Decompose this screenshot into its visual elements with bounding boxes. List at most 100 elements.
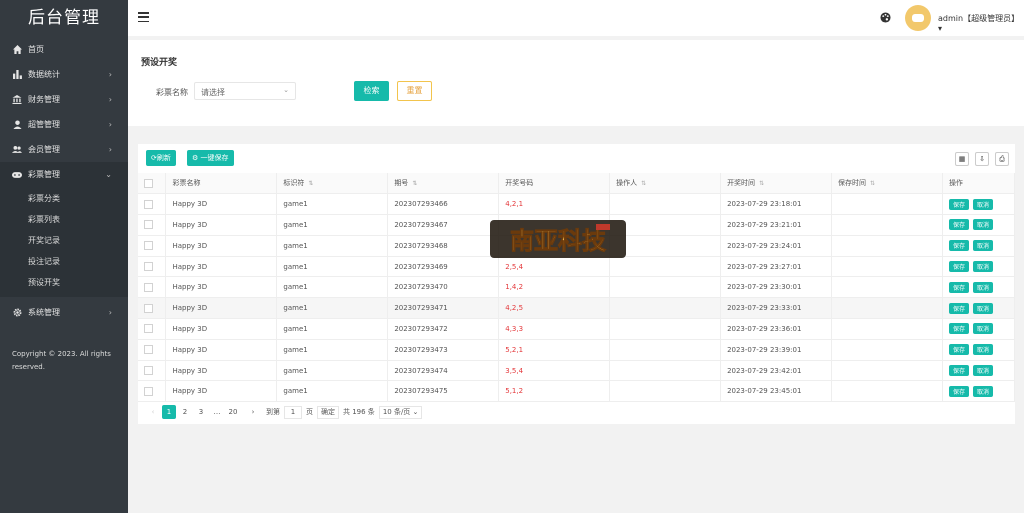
gear-icon <box>12 308 22 318</box>
sidebar-subitem-category[interactable]: 彩票分类 <box>0 188 128 209</box>
cell-draw-number[interactable]: 5,2,1 <box>498 339 611 361</box>
sort-icon: ⇅ <box>308 180 314 188</box>
avatar[interactable] <box>905 5 931 31</box>
cancel-row-button[interactable]: 取消 <box>972 240 993 252</box>
cell-actions: 保存 取消 <box>942 276 1016 299</box>
col-draw-number: 开奖号码 <box>498 173 611 195</box>
col-save-time[interactable]: 保存时间 ⇅ <box>831 173 943 195</box>
cell-draw-time: 2023-07-29 23:27:01 <box>720 256 833 278</box>
cancel-row-button[interactable]: 取消 <box>972 344 993 356</box>
select-all-checkbox[interactable] <box>138 173 167 195</box>
cancel-row-button[interactable]: 取消 <box>972 261 993 273</box>
cell-operator <box>609 360 722 382</box>
palette-icon[interactable] <box>880 12 891 25</box>
cancel-row-button[interactable]: 取消 <box>972 198 993 210</box>
next-page-button[interactable]: › <box>246 405 260 419</box>
reset-button[interactable]: 重置 <box>397 81 432 101</box>
cell-draw-number[interactable]: 4,2,5 <box>498 297 611 320</box>
menu-toggle-icon[interactable] <box>138 12 149 23</box>
cancel-row-button[interactable]: 取消 <box>972 365 993 377</box>
sidebar-item-lottery[interactable]: 彩票管理 ⌄ <box>0 162 128 187</box>
cell-identifier: game1 <box>276 276 389 299</box>
sidebar-item-stats[interactable]: 数据统计 › <box>0 62 128 87</box>
cell-save-time <box>831 297 943 320</box>
save-row-button[interactable]: 保存 <box>948 323 969 335</box>
sidebar-item-label: 首页 <box>28 45 44 54</box>
sidebar-item-system[interactable]: 系统管理 › <box>0 300 128 325</box>
sidebar-subitem-list[interactable]: 彩票列表 <box>0 209 128 230</box>
sidebar-subitem-bet-records[interactable]: 投注记录 <box>0 251 128 272</box>
col-identifier[interactable]: 标识符 ⇅ <box>276 173 389 195</box>
export-icon[interactable]: ⇩ <box>975 152 989 166</box>
chevron-down-icon: ⌄ <box>105 170 112 179</box>
last-page-button[interactable]: 20 <box>226 405 240 419</box>
cancel-row-button[interactable]: 取消 <box>972 323 993 335</box>
save-row-button[interactable]: 保存 <box>948 281 969 293</box>
col-operator[interactable]: 操作人 ⇅ <box>609 173 722 195</box>
save-row-button[interactable]: 保存 <box>948 302 969 314</box>
page-size-select[interactable]: 10 条/页 ⌄ <box>378 405 423 419</box>
save-row-button[interactable]: 保存 <box>948 198 969 210</box>
save-all-button[interactable]: ⚙ 一键保存 <box>187 150 234 166</box>
sidebar-item-finance[interactable]: 财务管理 › <box>0 87 128 112</box>
page-2-button[interactable]: 2 <box>178 405 192 419</box>
cell-draw-number[interactable]: 3,5,4 <box>498 360 611 382</box>
row-checkbox[interactable] <box>138 339 167 361</box>
col-draw-time[interactable]: 开奖时间 ⇅ <box>720 173 833 195</box>
save-row-button[interactable]: 保存 <box>948 219 969 231</box>
cell-issue: 202307293473 <box>387 339 500 361</box>
goto-confirm-button[interactable]: 确定 <box>317 405 339 419</box>
cell-save-time <box>831 339 943 361</box>
sidebar-item-home[interactable]: 首页 <box>0 37 128 62</box>
row-checkbox[interactable] <box>138 235 167 257</box>
columns-filter-icon[interactable]: ▦ <box>955 152 969 166</box>
page-1-button[interactable]: 1 <box>162 405 176 419</box>
page-3-button[interactable]: 3 <box>194 405 208 419</box>
sidebar-item-label: 系统管理 <box>28 308 60 317</box>
print-icon[interactable]: ⎙ <box>995 152 1009 166</box>
lottery-name-select[interactable]: 请选择 ⌄ <box>194 82 296 100</box>
save-row-button[interactable]: 保存 <box>948 385 969 397</box>
row-checkbox[interactable] <box>138 214 167 236</box>
cell-draw-number[interactable]: 1,4,2 <box>498 276 611 299</box>
chevron-right-icon: › <box>108 308 112 317</box>
table-panel: ⟳刷新 ⚙ 一键保存 ▦ ⇩ ⎙ 彩票名称 标识符 ⇅ 期号 ⇅ 开奖号码 操作人 ⇅… <box>138 144 1016 424</box>
sidebar-item-admins[interactable]: 超管管理 › <box>0 112 128 137</box>
home-icon <box>12 45 22 55</box>
sidebar-item-members[interactable]: 会员管理 › <box>0 137 128 162</box>
col-issue[interactable]: 期号 ⇅ <box>387 173 500 195</box>
row-checkbox[interactable] <box>138 276 167 299</box>
row-checkbox[interactable] <box>138 193 167 216</box>
save-row-button[interactable]: 保存 <box>948 261 969 273</box>
row-checkbox[interactable] <box>138 256 167 278</box>
row-checkbox[interactable] <box>138 360 167 382</box>
cancel-row-button[interactable]: 取消 <box>972 385 993 397</box>
cell-identifier: game1 <box>276 235 389 257</box>
cell-draw-time: 2023-07-29 23:36:01 <box>720 318 833 340</box>
table-row: Happy 3D game1 202307293471 4,2,5 2023-07-29… <box>138 297 1016 320</box>
cell-draw-number[interactable]: 4,3,3 <box>498 318 611 340</box>
users-icon <box>12 145 22 155</box>
sidebar-subitem-preset-draw[interactable]: 预设开奖 <box>0 272 128 293</box>
goto-label: 到第 <box>266 408 280 416</box>
save-row-button[interactable]: 保存 <box>948 240 969 252</box>
cancel-row-button[interactable]: 取消 <box>972 302 993 314</box>
cell-draw-number[interactable]: 5,1,2 <box>498 380 611 403</box>
cell-lottery-name: Happy 3D <box>165 380 278 403</box>
goto-page-input[interactable]: 1 <box>284 405 302 419</box>
cancel-row-button[interactable]: 取消 <box>972 281 993 293</box>
search-button[interactable]: 检索 <box>354 81 389 101</box>
sidebar-subitem-draw-records[interactable]: 开奖记录 <box>0 230 128 251</box>
sidebar-submenu: 彩票分类 彩票列表 开奖记录 投注记录 预设开奖 <box>0 187 128 297</box>
save-row-button[interactable]: 保存 <box>948 365 969 377</box>
row-checkbox[interactable] <box>138 318 167 340</box>
row-checkbox[interactable] <box>138 297 167 320</box>
row-checkbox[interactable] <box>138 380 167 403</box>
save-row-button[interactable]: 保存 <box>948 344 969 356</box>
refresh-button[interactable]: ⟳刷新 <box>146 150 176 166</box>
cell-save-time <box>831 380 943 403</box>
prev-page-button[interactable]: ‹ <box>146 405 160 419</box>
table-row: Happy 3D game1 202307293470 1,4,2 2023-07-29… <box>138 276 1016 299</box>
user-menu[interactable]: admin【超级管理员】 ▾ <box>938 13 1024 33</box>
cancel-row-button[interactable]: 取消 <box>972 219 993 231</box>
